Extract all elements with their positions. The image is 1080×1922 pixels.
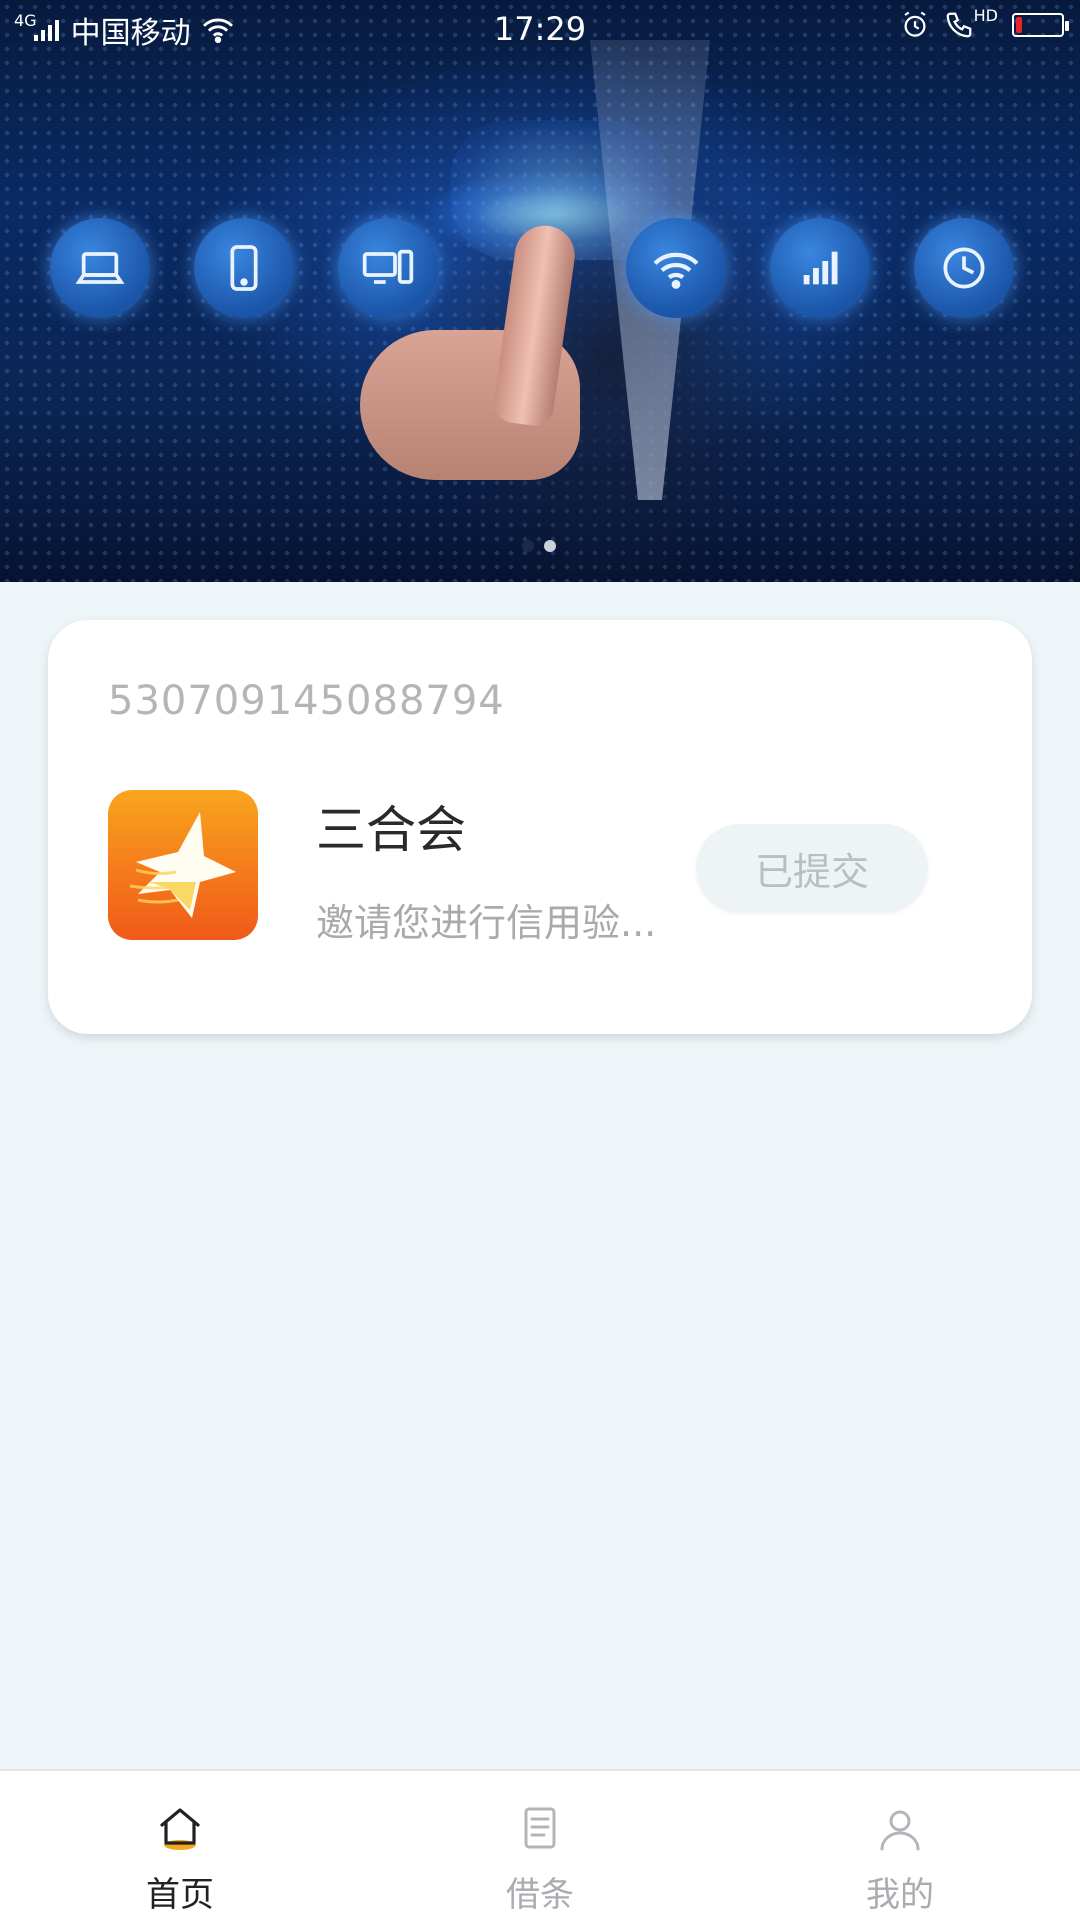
computer-icon bbox=[338, 218, 438, 318]
signal-icon bbox=[770, 218, 870, 318]
clock-icon bbox=[914, 218, 1014, 318]
invitation-description: 邀请您进行信用验... bbox=[316, 901, 657, 945]
invitation-card[interactable]: 530709145088794 三合会 邀请您进行信用验... 已提交 bbox=[48, 620, 1032, 1034]
carousel-dot-active[interactable] bbox=[544, 540, 556, 552]
carousel-dot[interactable] bbox=[522, 540, 534, 552]
star-icon bbox=[129, 812, 236, 918]
phone-call-icon bbox=[946, 12, 972, 38]
card-id-number: 530709145088794 bbox=[108, 678, 505, 724]
nav-label-mine: 我的 bbox=[866, 1875, 934, 1915]
phone-icon bbox=[194, 218, 294, 318]
app-logo bbox=[108, 790, 258, 940]
carousel-indicator[interactable] bbox=[522, 540, 556, 552]
nav-item-home[interactable]: 首页 bbox=[0, 1771, 360, 1922]
hd-label: HD bbox=[973, 5, 998, 25]
battery-level bbox=[1016, 17, 1022, 33]
alarm-icon bbox=[904, 11, 926, 37]
nav-label-home: 首页 bbox=[146, 1875, 214, 1915]
banner-icon-row bbox=[0, 218, 1080, 318]
nav-label-iou: 借条 bbox=[506, 1875, 574, 1915]
submitted-button[interactable]: 已提交 bbox=[696, 824, 928, 912]
battery-icon bbox=[1012, 13, 1069, 37]
user-icon bbox=[880, 1810, 920, 1851]
nav-item-iou[interactable]: 借条 bbox=[360, 1771, 720, 1922]
banner-carousel[interactable] bbox=[0, 0, 1080, 582]
status-bar: 4G 中国移动 17:29 HD bbox=[0, 0, 1080, 56]
app-name: 三合会 bbox=[316, 801, 466, 859]
home-icon bbox=[160, 1808, 200, 1850]
bottom-navigation: 首页 借条 我的 bbox=[0, 1769, 1080, 1922]
hd-call-indicator: HD bbox=[944, 6, 998, 40]
document-icon bbox=[524, 1807, 556, 1849]
laptop-icon bbox=[50, 218, 150, 318]
wifi-icon bbox=[626, 218, 726, 318]
nav-item-mine[interactable]: 我的 bbox=[720, 1771, 1080, 1922]
